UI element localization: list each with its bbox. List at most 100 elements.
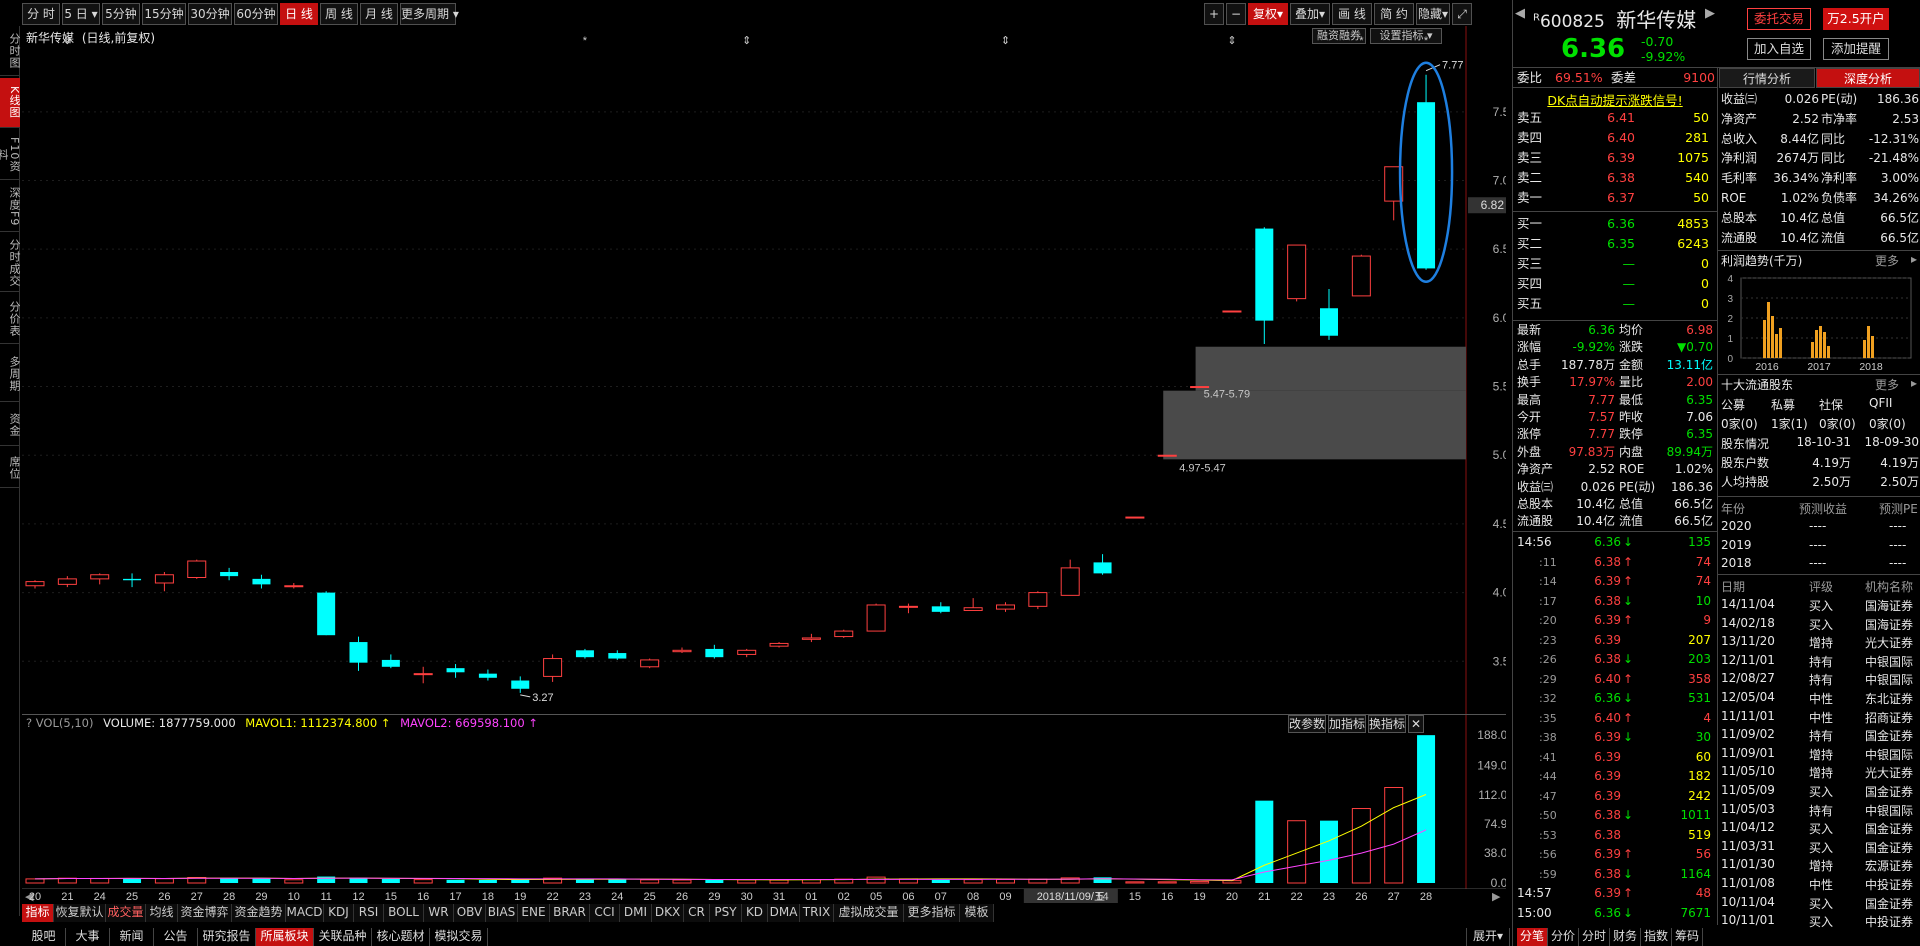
period-tab[interactable]: 月 线 [360,3,398,25]
orderbook-row[interactable]: 卖三 6.39 1075 [1513,148,1717,167]
orderbook-row[interactable]: 买五 — 0 [1513,294,1717,313]
indicator-tab[interactable]: 资金趋势 [232,904,286,922]
left-tab[interactable]: 分价表 [0,294,21,344]
tick-row[interactable]: :14 6.39 ↑ 74 [1513,572,1717,591]
indicator-tab[interactable]: DKX [652,904,684,922]
tick-row[interactable]: :20 6.39 ↑ 9 [1513,611,1717,630]
indicator-tab[interactable]: PSY [710,904,742,922]
indicator-tab[interactable]: TRIX [800,904,834,922]
hide-button[interactable]: 隐藏▾ [1416,3,1450,25]
volume-svg[interactable]: 188.00149.00112.0074.9038.000.00 [22,715,1506,889]
detail-tab[interactable]: 分笔 [1517,928,1548,946]
more-arrow-icon[interactable]: ▸ [1911,376,1917,390]
indicator-tab[interactable]: 指标 [22,904,54,922]
info-tab[interactable]: 股吧 [22,928,66,946]
tick-row[interactable]: :32 6.36 ↓ 531 [1513,689,1717,708]
tick-row[interactable]: :11 6.38 ↑ 74 [1513,553,1717,572]
tick-row[interactable]: 14:57 6.39 ↑ 48 [1513,884,1717,903]
overlay-button[interactable]: 叠加▾ [1290,3,1330,25]
orderbook-row[interactable]: 卖四 6.40 281 [1513,128,1717,147]
holders-more-link[interactable]: 更多 [1875,376,1899,393]
info-tab[interactable]: 研究报告 [198,928,256,946]
left-tab[interactable]: 分时图 [0,26,21,76]
tick-row[interactable]: :26 6.38 ↓ 203 [1513,650,1717,669]
indicator-tab[interactable]: 资金博弈 [178,904,232,922]
indicator-tab[interactable]: DMA [768,904,800,922]
period-tab[interactable]: 60分钟 [234,3,278,25]
tick-row[interactable]: :56 6.39 ↑ 56 [1513,845,1717,864]
tick-row[interactable]: 14:56 6.36 ↓ 135 [1513,533,1717,552]
date-axis[interactable]: ◀ ▶20 21 24 25 26 27 28 29 10 11 12 15 16 17 18 19 22 23 24… [22,888,1506,904]
profit-trend-more-link[interactable]: 更多 [1875,252,1899,269]
period-tab[interactable]: 日 线 [280,3,318,25]
tick-row[interactable]: :29 6.40 ↑ 358 [1513,670,1717,689]
indicator-tab[interactable]: KD [742,904,768,922]
tick-list[interactable]: 14:56 6.36 ↓ 135:11 6.38 ↑ 74:14 6.39 ↑ 74:17 6.38… [1513,533,1717,925]
info-tab[interactable]: 核心题材 [372,928,430,946]
left-tab[interactable]: 席位 [0,448,21,488]
indicator-tab[interactable]: ENE [518,904,550,922]
tick-row[interactable]: :35 6.40 ↑ 4 [1513,709,1717,728]
tick-row[interactable]: :38 6.39 ↓ 30 [1513,728,1717,747]
indicator-tab[interactable]: CR [684,904,710,922]
volume-panel[interactable]: ? VOL(5,10) VOLUME: 1877759.000 MAVOL1: … [22,714,1506,889]
indicator-tab[interactable]: BRAR [550,904,590,922]
orderbook-row[interactable]: 卖五 6.41 50 [1513,108,1717,127]
period-tab[interactable]: 周 线 [320,3,358,25]
period-tab[interactable]: 15分钟 [142,3,186,25]
tick-row[interactable]: :44 6.39 182 [1513,767,1717,786]
period-tab[interactable]: 5分钟 [102,3,140,25]
indicator-tab[interactable]: CCI [590,904,620,922]
indicator-tab[interactable]: BIAS [486,904,518,922]
left-tab[interactable]: 深度F9 [0,182,21,232]
orderbook-row[interactable]: 卖一 6.37 50 [1513,188,1717,207]
indicator-tab[interactable]: 虚拟成交量 [834,904,904,922]
orderbook-row[interactable]: 买三 — 0 [1513,254,1717,273]
info-tab[interactable]: 所属板块 [256,928,314,946]
left-tab[interactable]: 分时成交 [0,234,21,292]
indicator-tab[interactable]: 模板 [960,904,994,922]
orderbook-row[interactable]: 买二 6.35 6243 [1513,234,1717,253]
indicator-tab[interactable]: OBV [454,904,486,922]
fullscreen-icon[interactable]: ⤢ [1452,3,1472,25]
period-tab[interactable]: 5 日 ▾ [62,3,100,25]
info-tab[interactable]: 模拟交易 [430,928,488,946]
expand-button[interactable]: 展开▾ [1466,928,1510,946]
tick-row[interactable]: :50 6.38 ↓ 1011 [1513,806,1717,825]
orderbook-row[interactable]: 买一 6.36 4853 [1513,214,1717,233]
left-tab[interactable]: 资金 [0,404,21,446]
period-tab[interactable]: 分 时 [22,3,60,25]
indicator-tab[interactable]: 恢复默认 [54,904,106,922]
tick-row[interactable]: :23 6.39 207 [1513,631,1717,650]
kline-svg[interactable]: 7.50 7.00 6.50 6.00 5.50 5.00 4.50 4.00 3.50 6.82… [22,26,1506,714]
info-tab[interactable]: 新闻 [110,928,154,946]
kline-chart-area[interactable]: 新华传媒 (日线,前复权) 融资融券 设置指标 ▾ 7.507.006.506.… [22,26,1506,714]
open-account-button[interactable]: 万2.5开户 [1823,8,1889,30]
period-tab[interactable]: 更多周期 ▾ [400,3,459,25]
indicator-tab[interactable]: 成交量 [106,904,146,922]
tab-depth-analysis[interactable]: 深度分析 [1816,68,1920,88]
draw-line-button[interactable]: 画 线 [1332,3,1372,25]
entrust-trade-button[interactable]: 委托交易 [1747,8,1811,30]
more-arrow-icon[interactable]: ▸ [1911,252,1917,266]
zoom-out-button[interactable]: − [1226,3,1246,25]
adjust-rights-button[interactable]: 复权▾ [1248,3,1288,25]
indicator-tab[interactable]: WR [424,904,454,922]
add-watchlist-button[interactable]: 加入自选 [1747,38,1811,60]
info-tab[interactable]: 大事 [66,928,110,946]
tick-row[interactable]: :17 6.38 ↓ 10 [1513,592,1717,611]
period-tab[interactable]: 30分钟 [188,3,232,25]
tick-row[interactable]: :47 6.39 242 [1513,787,1717,806]
simple-mode-button[interactable]: 简 约 [1374,3,1414,25]
tick-row[interactable]: :59 6.38 ↓ 1164 [1513,865,1717,884]
indicator-tab[interactable]: MACD [286,904,324,922]
zoom-in-button[interactable]: + [1204,3,1224,25]
add-alert-button[interactable]: 添加提醒 [1823,38,1889,60]
indicator-tab[interactable]: DMI [620,904,652,922]
orderbook-row[interactable]: 卖二 6.38 540 [1513,168,1717,187]
next-stock-icon[interactable]: ▶ [1705,6,1715,21]
left-tab[interactable]: K线图 [0,78,21,128]
tick-row[interactable]: :41 6.39 60 [1513,748,1717,767]
left-tab[interactable]: F10资料 [0,130,21,180]
info-tab[interactable]: 公告 [154,928,198,946]
